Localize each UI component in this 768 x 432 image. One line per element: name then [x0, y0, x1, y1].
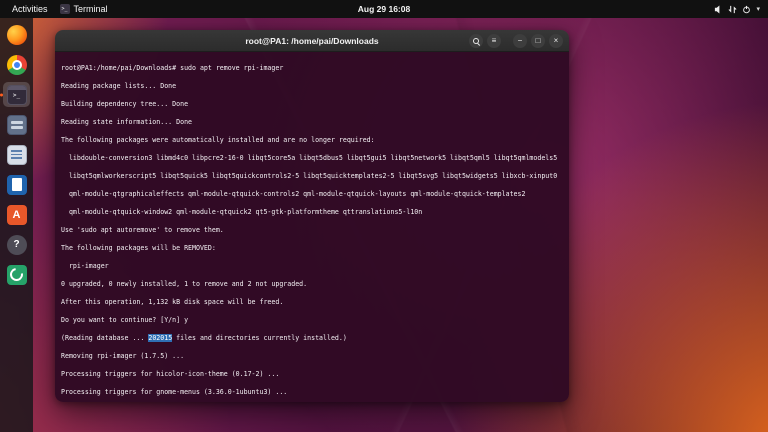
dock-item-libreoffice-writer[interactable]	[3, 172, 30, 197]
close-button[interactable]: ×	[549, 33, 563, 48]
dock-item-help[interactable]: ?	[3, 232, 30, 257]
chevron-down-icon: ▾	[756, 6, 760, 13]
dock-item-terminal[interactable]: >_	[3, 82, 30, 107]
terminal-body[interactable]: root@PA1:/home/pai/Downloads# sudo apt r…	[55, 52, 569, 402]
ubuntu-software-icon: A	[6, 204, 27, 225]
power-icon	[742, 5, 751, 14]
maximize-button[interactable]: □	[531, 33, 545, 48]
window-titlebar[interactable]: root@PA1: /home/pai/Downloads ≡ − □ ×	[55, 30, 569, 52]
maximize-icon: □	[535, 35, 541, 45]
help-icon: ?	[6, 234, 27, 255]
hamburger-icon: ≡	[491, 35, 497, 45]
text-editor-icon	[6, 144, 27, 165]
system-menu[interactable]: ▾	[714, 4, 768, 14]
minimize-icon: −	[517, 35, 523, 45]
window-title: root@PA1: /home/pai/Downloads	[245, 35, 379, 46]
search-button[interactable]	[469, 33, 483, 48]
clock-button[interactable]: Aug 29 16:08	[352, 3, 416, 15]
dock-item-software-updater[interactable]	[3, 262, 30, 287]
close-icon: ×	[553, 35, 559, 45]
dock: >_ A ?	[0, 18, 33, 432]
dock-item-firefox[interactable]	[3, 22, 30, 47]
focused-app-name: Terminal	[73, 4, 108, 14]
dock-item-chrome[interactable]	[3, 52, 30, 77]
focused-app-menu[interactable]: >_ Terminal	[59, 4, 108, 14]
search-icon	[473, 37, 479, 44]
top-bar: Activities >_ Terminal Aug 29 16:08 ▾	[0, 0, 768, 18]
dock-item-files[interactable]	[3, 112, 30, 137]
terminal-output: root@PA1:/home/pai/Downloads# sudo apt r…	[61, 64, 558, 396]
terminal-window: root@PA1: /home/pai/Downloads ≡ − □ × ro…	[55, 30, 569, 402]
dock-item-ubuntu-software[interactable]: A	[3, 202, 30, 227]
software-updater-icon	[6, 264, 27, 285]
terminal-icon: >_	[6, 84, 27, 105]
minimize-button[interactable]: −	[513, 33, 527, 48]
libreoffice-writer-icon	[6, 174, 27, 195]
chrome-icon	[6, 54, 27, 75]
files-icon	[6, 114, 27, 135]
dock-item-text-editor[interactable]	[3, 142, 30, 167]
terminal-app-icon: >_	[59, 4, 70, 14]
network-icon	[728, 5, 737, 14]
firefox-icon	[6, 24, 27, 45]
activities-button[interactable]: Activities	[8, 3, 52, 15]
menu-button[interactable]: ≡	[487, 33, 501, 48]
volume-icon	[714, 4, 723, 14]
